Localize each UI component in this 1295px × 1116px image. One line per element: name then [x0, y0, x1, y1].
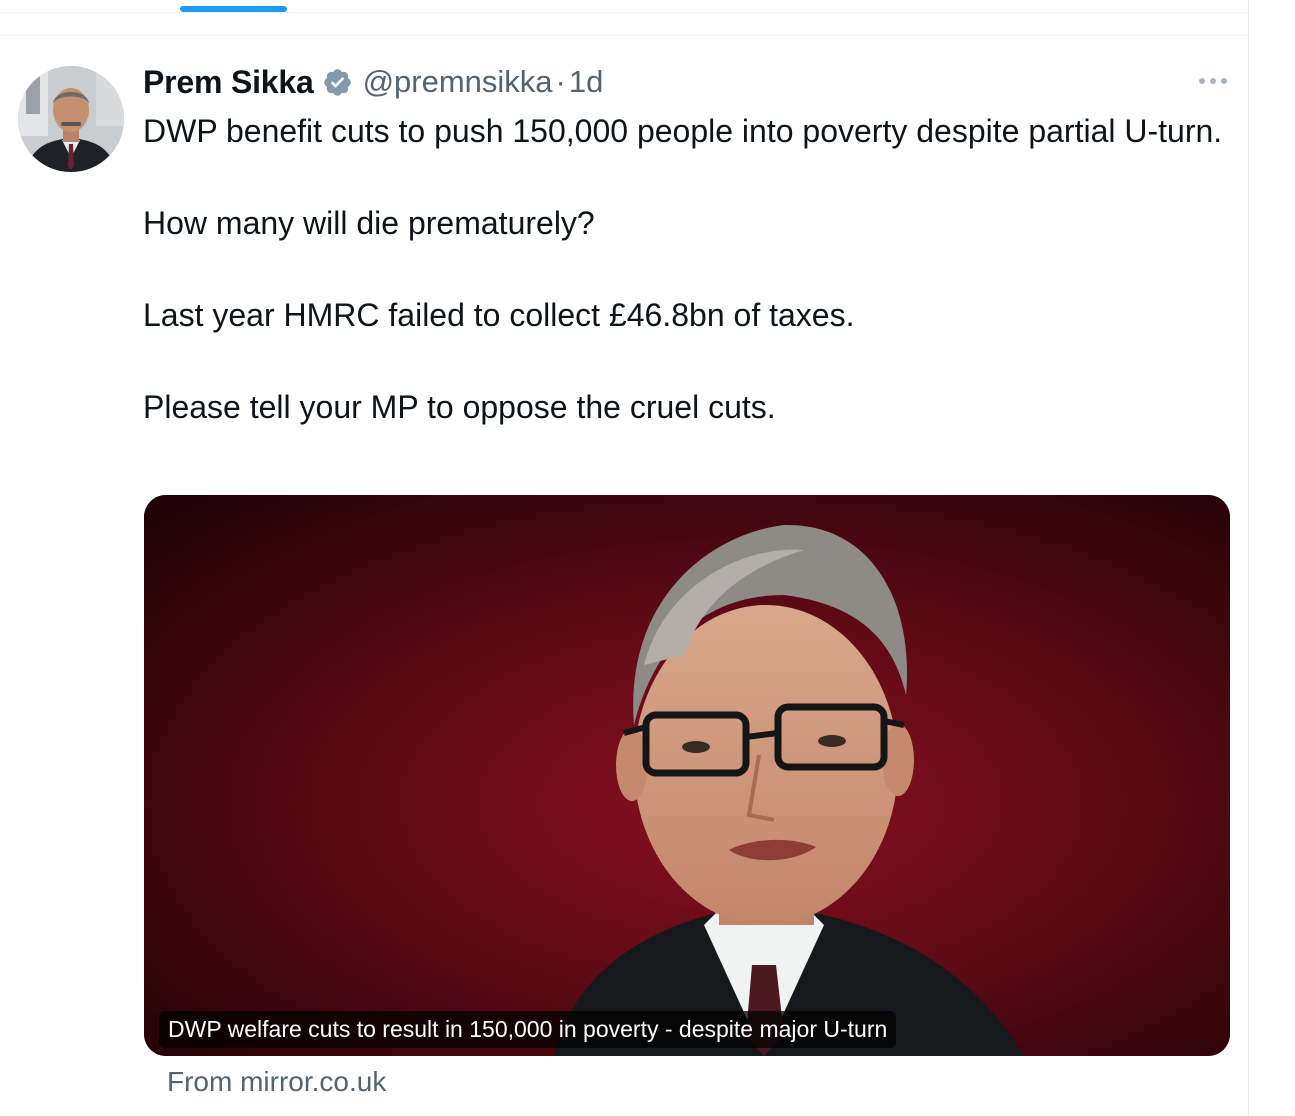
card-source-link[interactable]: From mirror.co.uk	[167, 1066, 386, 1098]
link-card[interactable]: DWP welfare cuts to result in 150,000 in…	[144, 495, 1230, 1056]
post-text: DWP benefit cuts to push 150,000 people …	[143, 108, 1233, 430]
post-timestamp[interactable]: 1d	[569, 64, 603, 100]
author-handle[interactable]: @premnsikka	[363, 64, 553, 100]
more-options-icon[interactable]	[1196, 68, 1230, 94]
card-image	[144, 495, 1230, 1056]
author-display-name[interactable]: Prem Sikka	[143, 64, 314, 101]
post-text-line: Please tell your MP to oppose the cruel …	[143, 389, 776, 425]
post-text-line: DWP benefit cuts to push 150,000 people …	[143, 113, 1223, 149]
divider	[0, 35, 1248, 36]
post-text-line: How many will die prematurely?	[143, 205, 595, 241]
timeline-page: Prem Sikka @premnsikka · 1d DWP benefit …	[0, 0, 1295, 1116]
separator-dot: ·	[555, 64, 566, 99]
card-headline: DWP welfare cuts to result in 150,000 in…	[159, 1011, 897, 1048]
post-text-line: Last year HMRC failed to collect £46.8bn…	[143, 297, 855, 333]
active-tab-indicator	[180, 6, 287, 12]
tab-bar	[0, 0, 1248, 13]
avatar[interactable]	[18, 66, 124, 172]
verified-badge-icon	[322, 67, 353, 98]
post-header: Prem Sikka @premnsikka · 1d	[143, 60, 603, 104]
column-border	[1248, 0, 1249, 1116]
avatar-photo	[18, 66, 124, 172]
